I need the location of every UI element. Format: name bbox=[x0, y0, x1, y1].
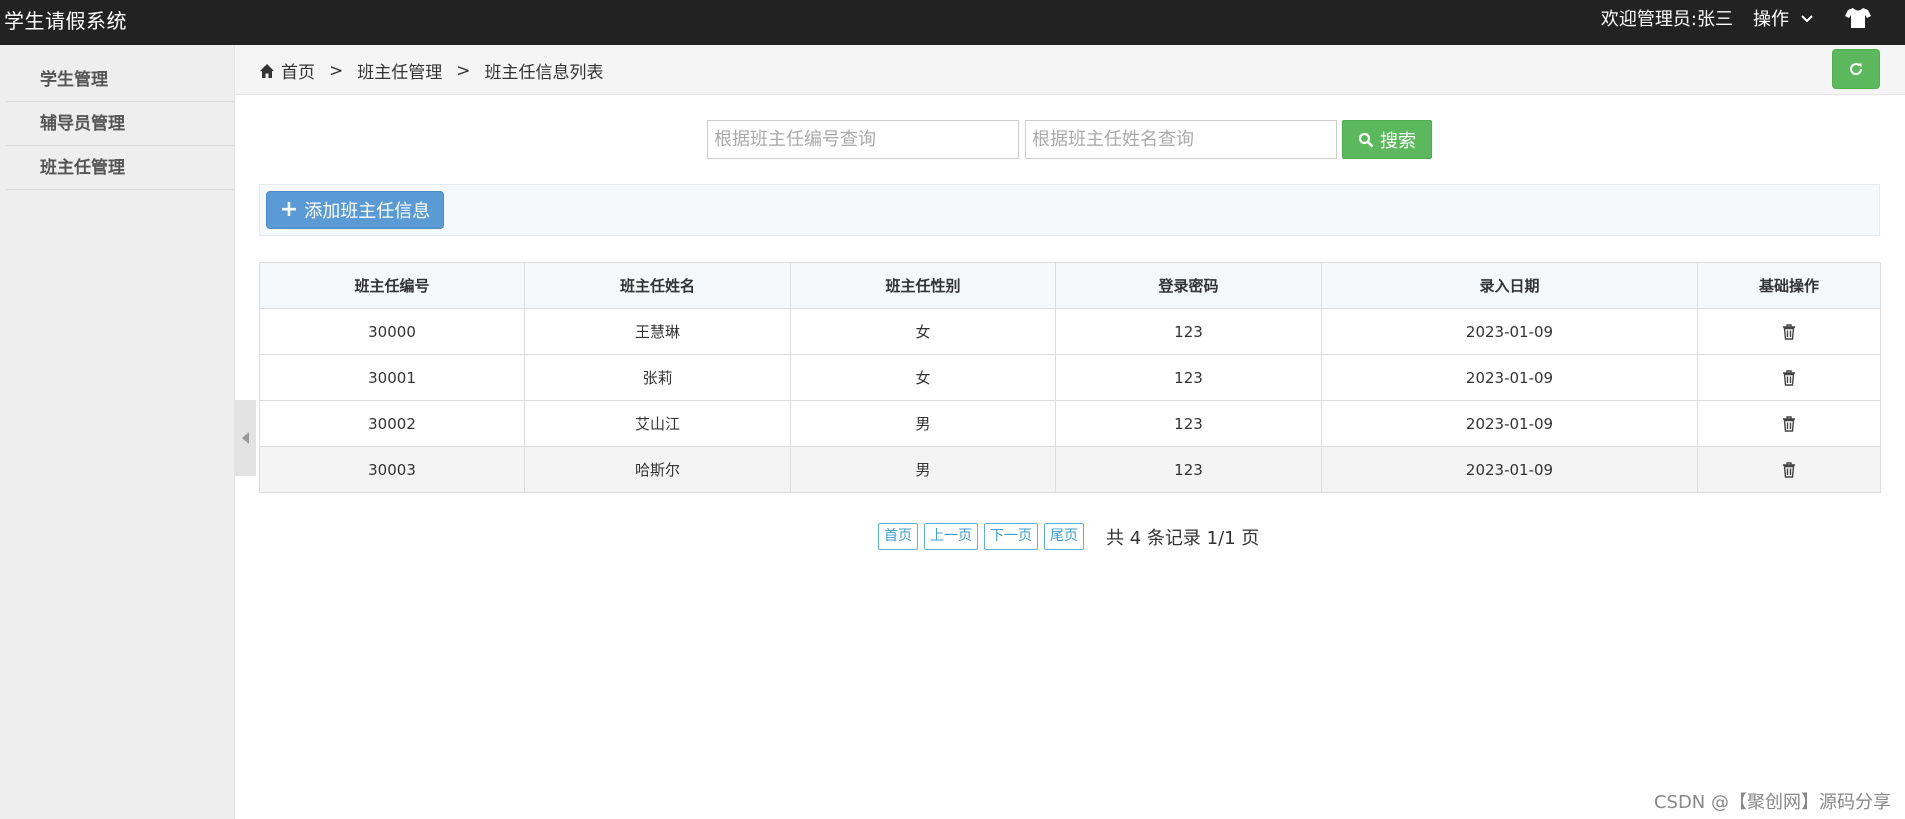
cell-password: 123 bbox=[1055, 354, 1322, 401]
cell-gender: 女 bbox=[790, 308, 1056, 355]
sidebar-item-head-teacher-management[interactable]: 班主任管理 bbox=[6, 146, 234, 190]
cell-name: 张莉 bbox=[524, 354, 791, 401]
cell-actions bbox=[1697, 354, 1881, 401]
cell-password: 123 bbox=[1055, 446, 1322, 493]
sidebar: 学生管理 辅导员管理 班主任管理 bbox=[0, 45, 235, 819]
pagination: 首页 上一页 下一页 尾页 共 4 条记录 1/1 页 bbox=[878, 523, 1259, 550]
add-head-teacher-button[interactable]: + 添加班主任信息 bbox=[266, 191, 444, 229]
table-header-row: 班主任编号 班主任姓名 班主任性别 登录密码 录入日期 基础操作 bbox=[259, 262, 1881, 309]
cell-id: 30003 bbox=[259, 446, 525, 493]
last-page-button[interactable]: 尾页 bbox=[1044, 523, 1084, 550]
breadcrumb-current: 班主任信息列表 bbox=[484, 63, 604, 83]
sidebar-item-label: 班主任管理 bbox=[40, 158, 125, 178]
breadcrumb-bar: 首页 > 班主任管理 > 班主任信息列表 bbox=[235, 45, 1905, 95]
breadcrumb-head-teacher-management[interactable]: 班主任管理 bbox=[357, 58, 442, 83]
cell-entry-date: 2023-01-09 bbox=[1321, 354, 1698, 401]
chevron-down-icon bbox=[1801, 15, 1813, 23]
column-header-id: 班主任编号 bbox=[259, 262, 525, 309]
sidebar-item-student-management[interactable]: 学生管理 bbox=[6, 58, 234, 102]
column-header-password: 登录密码 bbox=[1055, 262, 1322, 309]
cell-password: 123 bbox=[1055, 400, 1322, 447]
plus-icon: + bbox=[279, 197, 299, 222]
cell-gender: 男 bbox=[790, 400, 1056, 447]
top-right-area: 欢迎管理员:张三 操作 bbox=[1601, 0, 1905, 36]
breadcrumb: 首页 > 班主任管理 > 班主任信息列表 bbox=[259, 58, 604, 83]
cell-name: 艾山江 bbox=[524, 400, 791, 447]
theme-shirt-icon[interactable] bbox=[1845, 7, 1871, 29]
sidebar-item-counselor-management[interactable]: 辅导员管理 bbox=[6, 102, 234, 146]
column-header-gender: 班主任性别 bbox=[790, 262, 1056, 309]
pagination-info: 共 4 条记录 1/1 页 bbox=[1106, 527, 1260, 549]
breadcrumb-home[interactable]: 首页 bbox=[281, 58, 315, 83]
sidebar-collapse-toggle[interactable] bbox=[234, 400, 256, 476]
column-header-entry-date: 录入日期 bbox=[1321, 262, 1698, 309]
head-teacher-name-search-input[interactable] bbox=[1025, 120, 1337, 159]
refresh-icon bbox=[1850, 63, 1863, 76]
cell-actions bbox=[1697, 308, 1881, 355]
home-icon bbox=[260, 63, 274, 78]
app-title: 学生请假系统 bbox=[4, 9, 127, 33]
cell-actions bbox=[1697, 400, 1881, 447]
prev-page-button[interactable]: 上一页 bbox=[924, 523, 978, 550]
column-header-actions: 基础操作 bbox=[1697, 262, 1881, 309]
cell-actions bbox=[1697, 446, 1881, 493]
trash-icon[interactable] bbox=[1782, 370, 1796, 386]
next-page-button[interactable]: 下一页 bbox=[984, 523, 1038, 550]
table-row: 30001 张莉 女 123 2023-01-09 bbox=[259, 354, 1881, 401]
table-row: 30002 艾山江 男 123 2023-01-09 bbox=[259, 400, 1881, 447]
trash-icon[interactable] bbox=[1782, 462, 1796, 478]
welcome-text: 欢迎管理员:张三 bbox=[1600, 9, 1733, 30]
sidebar-item-label: 学生管理 bbox=[40, 70, 108, 90]
top-navbar: 学生请假系统 欢迎管理员:张三 操作 bbox=[0, 0, 1905, 45]
trash-icon[interactable] bbox=[1782, 416, 1796, 432]
cell-name: 王慧琳 bbox=[524, 308, 791, 355]
cell-entry-date: 2023-01-09 bbox=[1321, 400, 1698, 447]
refresh-button[interactable] bbox=[1832, 49, 1880, 89]
action-toolbar: + 添加班主任信息 bbox=[259, 184, 1880, 236]
cell-id: 30001 bbox=[259, 354, 525, 401]
cell-gender: 男 bbox=[790, 446, 1056, 493]
trash-icon[interactable] bbox=[1782, 324, 1796, 340]
column-header-name: 班主任姓名 bbox=[524, 262, 791, 309]
breadcrumb-separator: > bbox=[456, 60, 471, 81]
table-row: 30000 王慧琳 女 123 2023-01-09 bbox=[259, 308, 1881, 355]
head-teacher-id-search-input[interactable] bbox=[707, 120, 1019, 159]
sidebar-item-label: 辅导员管理 bbox=[40, 114, 125, 134]
head-teacher-table: 班主任编号 班主任姓名 班主任性别 登录密码 录入日期 基础操作 30000 王… bbox=[259, 262, 1881, 493]
table-row: 30003 哈斯尔 男 123 2023-01-09 bbox=[259, 446, 1881, 493]
cell-id: 30000 bbox=[259, 308, 525, 355]
cell-gender: 女 bbox=[790, 354, 1056, 401]
search-icon bbox=[1358, 132, 1374, 147]
cell-password: 123 bbox=[1055, 308, 1322, 355]
caret-left-icon bbox=[242, 432, 249, 444]
operations-label: 操作 bbox=[1753, 9, 1789, 30]
breadcrumb-separator: > bbox=[329, 60, 344, 81]
watermark: CSDN @【聚创网】源码分享 bbox=[1653, 792, 1891, 813]
cell-entry-date: 2023-01-09 bbox=[1321, 308, 1698, 355]
cell-entry-date: 2023-01-09 bbox=[1321, 446, 1698, 493]
cell-name: 哈斯尔 bbox=[524, 446, 791, 493]
add-button-label: 添加班主任信息 bbox=[304, 201, 431, 222]
operations-dropdown[interactable]: 操作 bbox=[1753, 5, 1815, 31]
search-button-label: 搜索 bbox=[1380, 130, 1416, 152]
cell-id: 30002 bbox=[259, 400, 525, 447]
first-page-button[interactable]: 首页 bbox=[878, 523, 918, 550]
search-button[interactable]: 搜索 bbox=[1342, 120, 1432, 159]
